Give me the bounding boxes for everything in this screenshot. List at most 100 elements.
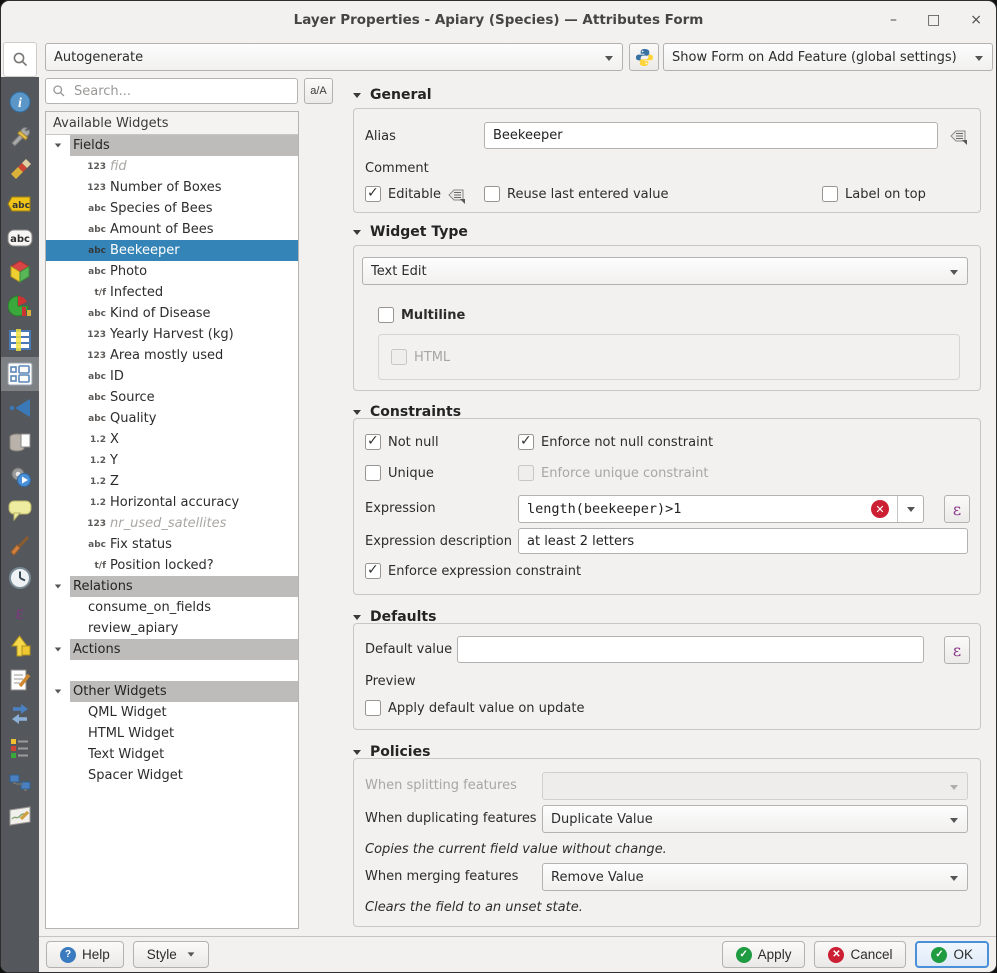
- duplicating-policy-dropdown[interactable]: Duplicate Value: [542, 805, 968, 833]
- sidebar-tab-digitizing[interactable]: [1, 765, 39, 799]
- style-button[interactable]: Style: [133, 941, 209, 968]
- sidebar-tab-metadata[interactable]: [1, 629, 39, 663]
- apply-button[interactable]: ✓ Apply: [722, 941, 806, 968]
- widget-search: [45, 78, 298, 104]
- sidebar-tab-information[interactable]: i: [1, 85, 39, 119]
- expression-history-dropdown[interactable]: [897, 496, 923, 522]
- maximize-button[interactable]: □: [927, 12, 940, 28]
- multiline-checkbox[interactable]: Multiline: [378, 307, 465, 323]
- search-input[interactable]: [72, 83, 291, 100]
- enforce-expression-checkbox[interactable]: Enforce expression constraint: [365, 563, 581, 579]
- sidebar-tab-dependencies[interactable]: [1, 663, 39, 697]
- unique-checkbox[interactable]: Unique: [365, 465, 434, 481]
- sidebar-tab-rendering[interactable]: [1, 527, 39, 561]
- tree-item[interactable]: abcSource: [46, 387, 298, 408]
- expression-builder-button[interactable]: ε: [944, 495, 970, 523]
- not-null-checkbox[interactable]: Not null: [365, 434, 439, 450]
- tree-item[interactable]: abcFix status: [46, 534, 298, 555]
- label-on-top-checkbox[interactable]: Label on top: [822, 186, 926, 202]
- collapse-triangle-icon: [46, 135, 70, 156]
- reuse-last-value-checkbox[interactable]: Reuse last entered value: [484, 186, 668, 202]
- tree-item[interactable]: consume_on_fields: [46, 597, 298, 618]
- default-expression-button[interactable]: ε: [944, 636, 970, 664]
- tree-item[interactable]: Text Widget: [46, 744, 298, 765]
- editable-checkbox[interactable]: Editable: [365, 186, 441, 202]
- tree-item[interactable]: 1.2Z: [46, 471, 298, 492]
- ok-button[interactable]: ✓ OK: [915, 941, 989, 968]
- case-sensitive-toggle[interactable]: a/A: [304, 78, 333, 104]
- data-defined-override-button[interactable]: [444, 183, 468, 207]
- labels-abc-icon: abc: [7, 194, 33, 214]
- policies-groupbox: When splitting features When duplicating…: [353, 758, 981, 927]
- apply-default-on-update-checkbox[interactable]: Apply default value on update: [365, 700, 584, 716]
- merging-policy-dropdown[interactable]: Remove Value: [542, 863, 968, 891]
- sidebar-tab-actions[interactable]: [1, 459, 39, 493]
- widget-type-dropdown[interactable]: Text Edit: [362, 257, 968, 285]
- default-value-input[interactable]: [457, 636, 924, 663]
- tree-group-fields[interactable]: Fields: [46, 135, 298, 156]
- collapse-triangle-icon: [353, 230, 361, 235]
- database-page-icon: [8, 430, 32, 454]
- sidebar-tab-fields[interactable]: [1, 323, 39, 357]
- sidebar-tab-attributes-form[interactable]: [1, 357, 39, 391]
- tree-item[interactable]: 123Number of Boxes: [46, 177, 298, 198]
- chevron-down-icon: [950, 876, 958, 881]
- tree-item[interactable]: abcAmount of Bees: [46, 219, 298, 240]
- sidebar-tab-legend[interactable]: [1, 697, 39, 731]
- minimize-button[interactable]: –: [890, 12, 897, 28]
- tree-item[interactable]: abcID: [46, 366, 298, 387]
- map-pencil-icon: [8, 804, 32, 828]
- help-button[interactable]: ? Help: [46, 941, 124, 968]
- expression-description-input[interactable]: at least 2 letters: [518, 528, 968, 554]
- tree-item[interactable]: abcQuality: [46, 408, 298, 429]
- sidebar-tab-elevation[interactable]: [1, 799, 39, 833]
- tree-item[interactable]: 123nr_used_satellites: [46, 513, 298, 534]
- tree-item[interactable]: abcKind of Disease: [46, 303, 298, 324]
- data-defined-override-button[interactable]: [946, 124, 970, 148]
- tree-item[interactable]: 123fid: [46, 156, 298, 177]
- tree-item[interactable]: Spacer Widget: [46, 765, 298, 786]
- tree-group-other-widgets[interactable]: Other Widgets: [46, 681, 298, 702]
- sidebar-tab-source[interactable]: [1, 119, 39, 153]
- tree-item[interactable]: abcPhoto: [46, 261, 298, 282]
- window-controls: – □ ×: [890, 1, 982, 39]
- tree-item[interactable]: 1.2Horizontal accuracy: [46, 492, 298, 513]
- properties-search-tab[interactable]: [3, 42, 37, 77]
- tree-group-relations[interactable]: Relations: [46, 576, 298, 597]
- sidebar-tab-joins[interactable]: [1, 391, 39, 425]
- section-widget-type[interactable]: Widget Type: [353, 224, 468, 240]
- expression-combo[interactable]: length(beekeeper)>1 ✕: [518, 495, 924, 523]
- tree-item[interactable]: 1.2Y: [46, 450, 298, 471]
- form-open-mode-dropdown[interactable]: Show Form on Add Feature (global setting…: [663, 43, 993, 71]
- sidebar-tab-symbology[interactable]: [1, 153, 39, 187]
- sidebar-tab-3d-view[interactable]: [1, 255, 39, 289]
- tree-item[interactable]: review_apiary: [46, 618, 298, 639]
- tree-item[interactable]: 1.2X: [46, 429, 298, 450]
- sidebar-tab-auxiliary-storage[interactable]: [1, 425, 39, 459]
- sidebar-tab-masks[interactable]: abc: [1, 221, 39, 255]
- close-button[interactable]: ×: [970, 12, 982, 28]
- tree-item[interactable]: 123Yearly Harvest (kg): [46, 324, 298, 345]
- section-general[interactable]: General: [353, 87, 432, 103]
- sidebar-tab-temporal[interactable]: [1, 561, 39, 595]
- sidebar-tab-variables[interactable]: ε: [1, 595, 39, 629]
- autogenerate-dropdown[interactable]: Autogenerate: [45, 43, 623, 71]
- python-init-button[interactable]: [629, 43, 659, 71]
- tree-group-actions[interactable]: Actions: [46, 639, 298, 660]
- sidebar-tab-display[interactable]: [1, 493, 39, 527]
- fields-table-icon: [8, 328, 32, 352]
- cancel-button[interactable]: ✕ Cancel: [814, 941, 906, 968]
- tree-item-selected[interactable]: abcBeekeeper: [46, 240, 298, 261]
- enforce-not-null-checkbox[interactable]: Enforce not null constraint: [518, 434, 713, 450]
- wrench-icon: [8, 124, 32, 148]
- tree-item[interactable]: QML Widget: [46, 702, 298, 723]
- sidebar-tab-diagrams[interactable]: [1, 289, 39, 323]
- tree-item[interactable]: abcSpecies of Bees: [46, 198, 298, 219]
- sidebar-tab-server[interactable]: [1, 731, 39, 765]
- tree-item[interactable]: t/fInfected: [46, 282, 298, 303]
- sidebar-tab-labels[interactable]: abc: [1, 187, 39, 221]
- tree-item[interactable]: t/fPosition locked?: [46, 555, 298, 576]
- tree-item[interactable]: HTML Widget: [46, 723, 298, 744]
- alias-input[interactable]: Beekeeper: [484, 122, 938, 149]
- tree-item[interactable]: 123Area mostly used: [46, 345, 298, 366]
